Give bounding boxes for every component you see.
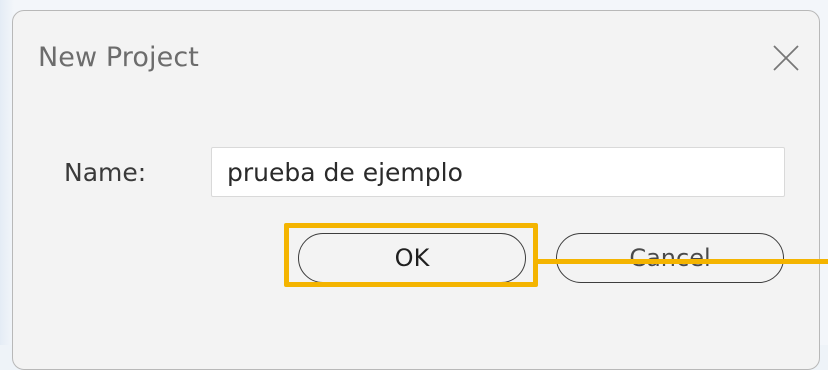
close-icon	[773, 45, 799, 71]
ok-button-label: OK	[394, 244, 430, 272]
name-input[interactable]	[211, 147, 785, 197]
ok-button[interactable]: OK	[298, 233, 526, 283]
name-label: Name:	[64, 158, 147, 187]
close-button[interactable]	[766, 38, 806, 78]
cancel-button[interactable]: Cancel	[556, 233, 784, 283]
dialog-title: New Project	[38, 42, 199, 73]
cancel-button-label: Cancel	[629, 244, 711, 272]
